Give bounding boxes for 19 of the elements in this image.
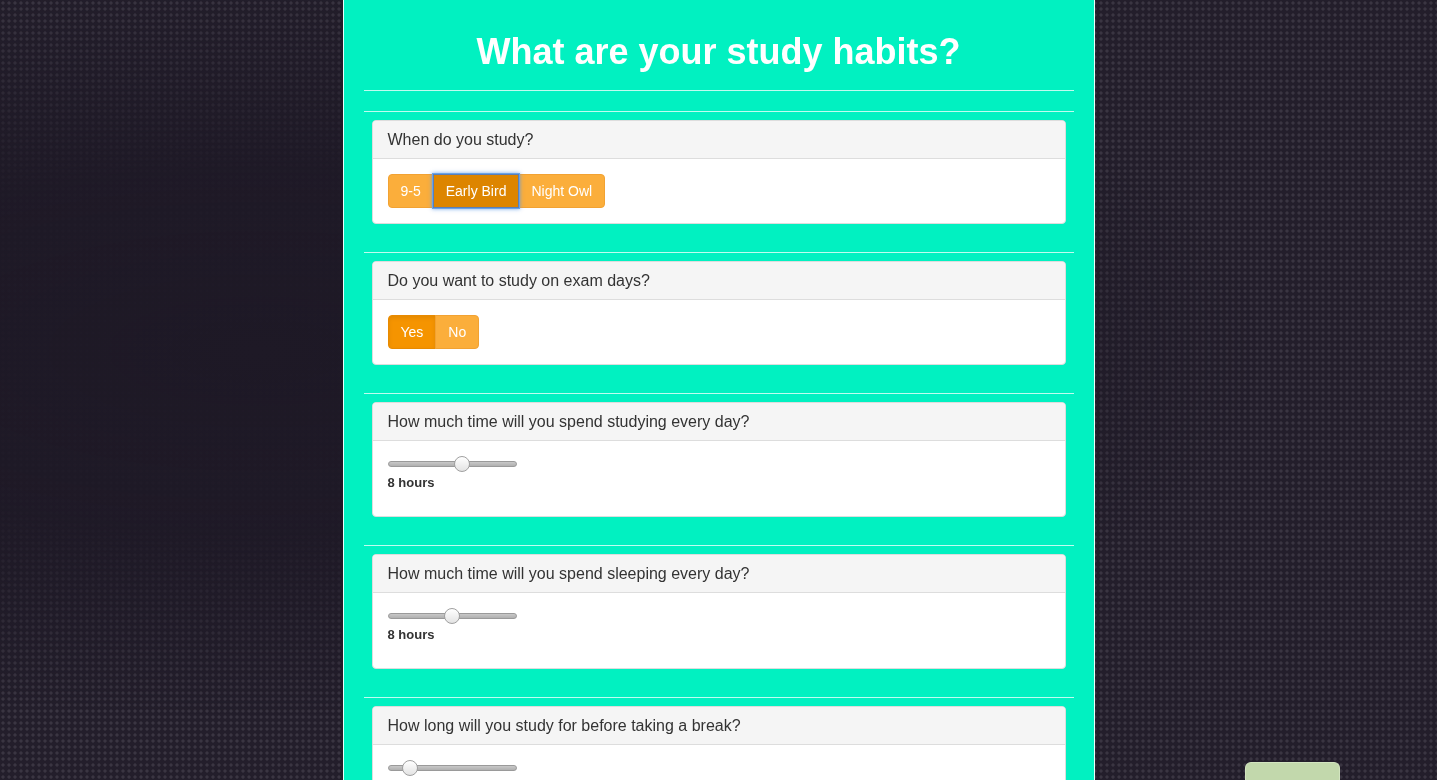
question-text: When do you study? (372, 121, 1065, 159)
option-button[interactable]: No (435, 315, 480, 349)
slider-handle[interactable] (402, 760, 419, 776)
slider-value: 8 hours (387, 474, 435, 492)
slider-track[interactable] (387, 456, 517, 472)
option-button[interactable]: Early Bird (432, 174, 520, 208)
option-button[interactable]: 9-5 (387, 174, 434, 208)
option-button[interactable]: Yes (387, 315, 437, 349)
question-text: Do you want to study on exam days? (372, 262, 1065, 300)
question-text: How long will you study for before taking a break? (372, 707, 1065, 745)
slider-handle[interactable] (444, 608, 460, 624)
slider-value: 8 hours (387, 626, 435, 644)
slider-track[interactable] (387, 760, 517, 776)
slider-handle[interactable] (454, 456, 471, 472)
page-title: What are your study habits? (475, 32, 962, 72)
question-text: How much time will you spend studying every day? (372, 403, 1065, 441)
option-button[interactable]: Night Owl (518, 174, 606, 208)
question-text: How much time will you spend sleeping every day? (372, 555, 1065, 593)
slider-track[interactable] (387, 608, 517, 624)
